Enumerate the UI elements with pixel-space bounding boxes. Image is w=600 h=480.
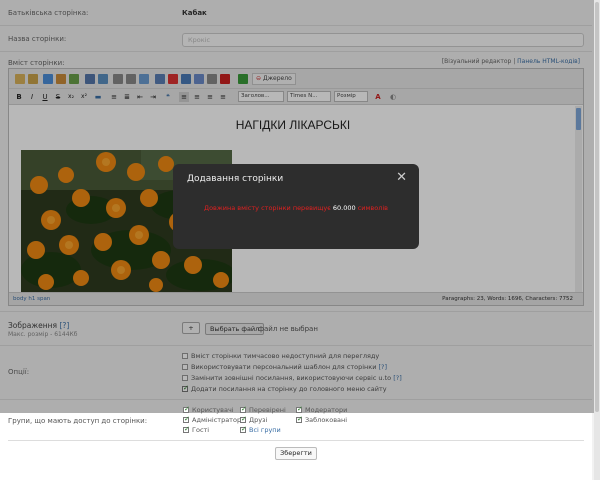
group-guests[interactable]: Гості (183, 425, 210, 434)
page-scrollbar[interactable] (594, 0, 600, 480)
modal-message-after: символів (357, 204, 388, 212)
group-verified-text: Перевірені (249, 406, 286, 414)
groups-divider (8, 440, 584, 441)
groups-label: Групи, що мають доступ до сторінки: (8, 417, 148, 425)
group-blocked-checkbox[interactable] (296, 415, 303, 423)
group-friends[interactable]: Друзі (240, 415, 268, 424)
modal-message: Довжина вмісту сторінки перевищує 60.000… (173, 204, 419, 212)
save-button[interactable]: Зберегти (275, 447, 317, 460)
group-users-text: Користувачі (192, 406, 234, 414)
group-users[interactable]: Користувачі (183, 405, 234, 414)
group-moderators-checkbox[interactable] (296, 405, 303, 413)
group-verified[interactable]: Перевірені (240, 405, 286, 414)
group-friends-checkbox[interactable] (240, 415, 247, 423)
group-all-text: Всі групи (249, 426, 281, 434)
group-users-checkbox[interactable] (183, 405, 190, 413)
page-scrollbar-thumb[interactable] (595, 2, 599, 412)
group-admins-text: Адміністратори (192, 416, 246, 424)
group-blocked-text: Заблоковані (305, 416, 348, 424)
group-all-checkbox[interactable] (240, 425, 247, 433)
add-page-modal: Додавання сторінки ✕ Довжина вмісту стор… (173, 164, 419, 249)
close-icon[interactable]: ✕ (396, 170, 407, 185)
group-guests-checkbox[interactable] (183, 425, 190, 433)
group-moderators[interactable]: Модератори (296, 405, 348, 414)
group-blocked[interactable]: Заблоковані (296, 415, 348, 424)
group-all[interactable]: Всі групи (240, 425, 281, 434)
modal-title: Додавання сторінки (187, 174, 284, 184)
group-admins[interactable]: Адміністратори (183, 415, 246, 424)
group-guests-text: Гості (192, 426, 210, 434)
modal-limit: 60.000 (332, 204, 356, 212)
group-admins-checkbox[interactable] (183, 415, 190, 423)
group-moderators-text: Модератори (305, 406, 348, 414)
group-verified-checkbox[interactable] (240, 405, 247, 413)
group-friends-text: Друзі (249, 416, 268, 424)
modal-message-before: Довжина вмісту сторінки перевищує (204, 204, 331, 212)
